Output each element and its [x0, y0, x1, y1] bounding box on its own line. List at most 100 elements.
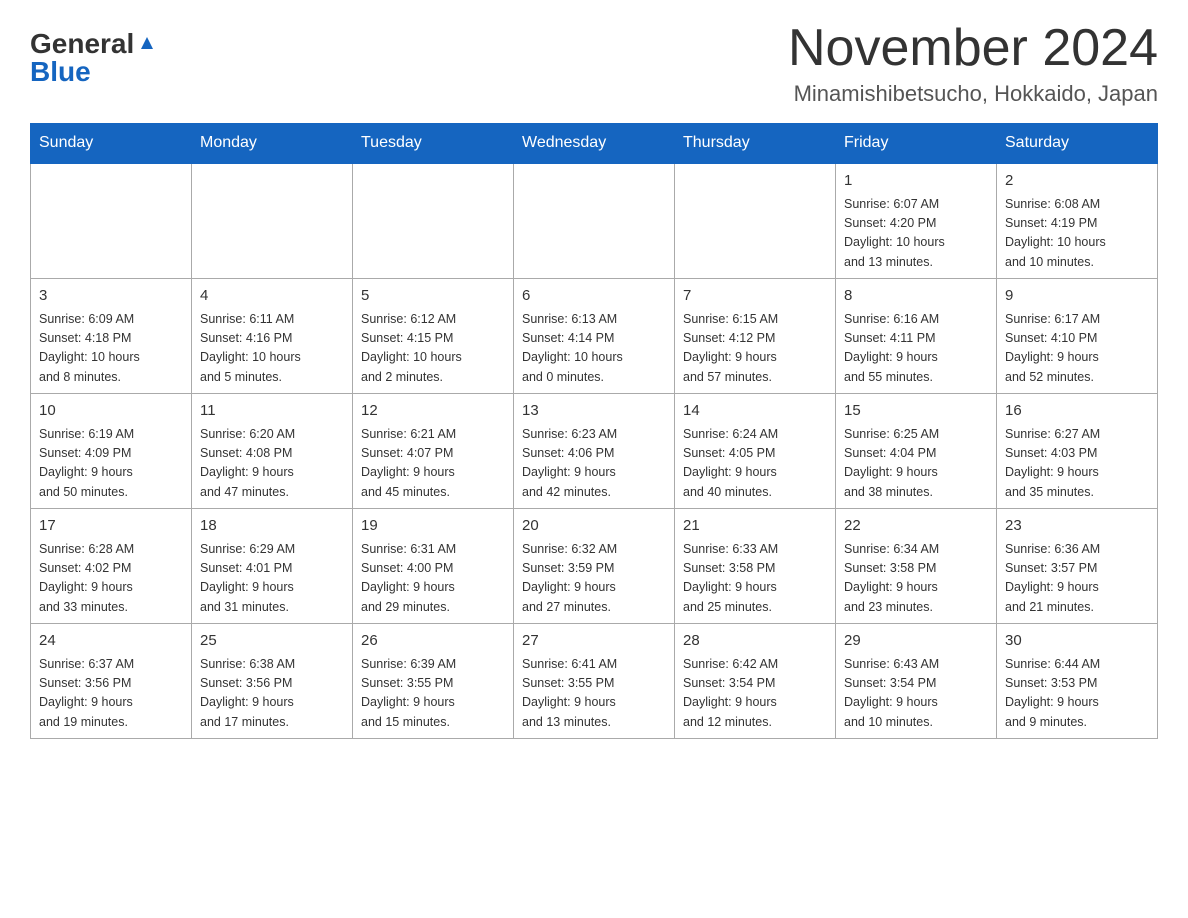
table-row: 30Sunrise: 6:44 AMSunset: 3:53 PMDayligh… — [997, 624, 1158, 739]
day-number: 26 — [361, 630, 505, 653]
table-row: 18Sunrise: 6:29 AMSunset: 4:01 PMDayligh… — [192, 509, 353, 624]
table-row: 9Sunrise: 6:17 AMSunset: 4:10 PMDaylight… — [997, 279, 1158, 394]
day-number: 14 — [683, 400, 827, 423]
day-number: 20 — [522, 515, 666, 538]
table-row: 3Sunrise: 6:09 AMSunset: 4:18 PMDaylight… — [31, 279, 192, 394]
day-info: Sunrise: 6:28 AMSunset: 4:02 PMDaylight:… — [39, 540, 183, 618]
day-number: 30 — [1005, 630, 1149, 653]
table-row — [31, 163, 192, 279]
table-row: 13Sunrise: 6:23 AMSunset: 4:06 PMDayligh… — [514, 394, 675, 509]
day-number: 12 — [361, 400, 505, 423]
day-number: 28 — [683, 630, 827, 653]
day-number: 9 — [1005, 285, 1149, 308]
logo: General Blue — [30, 30, 158, 86]
table-row: 2Sunrise: 6:08 AMSunset: 4:19 PMDaylight… — [997, 163, 1158, 279]
logo-triangle-icon — [136, 31, 158, 58]
day-number: 2 — [1005, 170, 1149, 193]
calendar-header: SundayMondayTuesdayWednesdayThursdayFrid… — [31, 124, 1158, 164]
table-row — [353, 163, 514, 279]
day-info: Sunrise: 6:21 AMSunset: 4:07 PMDaylight:… — [361, 425, 505, 503]
table-row: 26Sunrise: 6:39 AMSunset: 3:55 PMDayligh… — [353, 624, 514, 739]
table-row — [514, 163, 675, 279]
day-info: Sunrise: 6:20 AMSunset: 4:08 PMDaylight:… — [200, 425, 344, 503]
day-number: 11 — [200, 400, 344, 423]
weekday-thursday: Thursday — [675, 124, 836, 164]
day-info: Sunrise: 6:43 AMSunset: 3:54 PMDaylight:… — [844, 655, 988, 733]
table-row: 4Sunrise: 6:11 AMSunset: 4:16 PMDaylight… — [192, 279, 353, 394]
day-info: Sunrise: 6:16 AMSunset: 4:11 PMDaylight:… — [844, 310, 988, 388]
day-number: 29 — [844, 630, 988, 653]
logo-general: General — [30, 30, 134, 58]
day-number: 15 — [844, 400, 988, 423]
day-info: Sunrise: 6:31 AMSunset: 4:00 PMDaylight:… — [361, 540, 505, 618]
day-info: Sunrise: 6:39 AMSunset: 3:55 PMDaylight:… — [361, 655, 505, 733]
day-info: Sunrise: 6:29 AMSunset: 4:01 PMDaylight:… — [200, 540, 344, 618]
week-row-3: 17Sunrise: 6:28 AMSunset: 4:02 PMDayligh… — [31, 509, 1158, 624]
weekday-saturday: Saturday — [997, 124, 1158, 164]
day-info: Sunrise: 6:41 AMSunset: 3:55 PMDaylight:… — [522, 655, 666, 733]
day-info: Sunrise: 6:27 AMSunset: 4:03 PMDaylight:… — [1005, 425, 1149, 503]
table-row: 16Sunrise: 6:27 AMSunset: 4:03 PMDayligh… — [997, 394, 1158, 509]
month-title: November 2024 — [788, 20, 1158, 77]
day-info: Sunrise: 6:24 AMSunset: 4:05 PMDaylight:… — [683, 425, 827, 503]
weekday-friday: Friday — [836, 124, 997, 164]
day-number: 19 — [361, 515, 505, 538]
weekday-tuesday: Tuesday — [353, 124, 514, 164]
table-row: 17Sunrise: 6:28 AMSunset: 4:02 PMDayligh… — [31, 509, 192, 624]
table-row: 11Sunrise: 6:20 AMSunset: 4:08 PMDayligh… — [192, 394, 353, 509]
table-row: 14Sunrise: 6:24 AMSunset: 4:05 PMDayligh… — [675, 394, 836, 509]
day-number: 27 — [522, 630, 666, 653]
weekday-sunday: Sunday — [31, 124, 192, 164]
logo-blue: Blue — [30, 58, 91, 86]
day-number: 21 — [683, 515, 827, 538]
day-number: 4 — [200, 285, 344, 308]
day-number: 18 — [200, 515, 344, 538]
table-row: 20Sunrise: 6:32 AMSunset: 3:59 PMDayligh… — [514, 509, 675, 624]
day-number: 16 — [1005, 400, 1149, 423]
day-number: 13 — [522, 400, 666, 423]
day-info: Sunrise: 6:33 AMSunset: 3:58 PMDaylight:… — [683, 540, 827, 618]
location-title: Minamishibetsucho, Hokkaido, Japan — [788, 81, 1158, 107]
day-info: Sunrise: 6:36 AMSunset: 3:57 PMDaylight:… — [1005, 540, 1149, 618]
day-info: Sunrise: 6:09 AMSunset: 4:18 PMDaylight:… — [39, 310, 183, 388]
day-info: Sunrise: 6:17 AMSunset: 4:10 PMDaylight:… — [1005, 310, 1149, 388]
day-info: Sunrise: 6:23 AMSunset: 4:06 PMDaylight:… — [522, 425, 666, 503]
table-row: 21Sunrise: 6:33 AMSunset: 3:58 PMDayligh… — [675, 509, 836, 624]
day-number: 1 — [844, 170, 988, 193]
day-number: 22 — [844, 515, 988, 538]
table-row — [675, 163, 836, 279]
day-info: Sunrise: 6:34 AMSunset: 3:58 PMDaylight:… — [844, 540, 988, 618]
day-number: 17 — [39, 515, 183, 538]
table-row — [192, 163, 353, 279]
calendar-table: SundayMondayTuesdayWednesdayThursdayFrid… — [30, 123, 1158, 739]
day-info: Sunrise: 6:38 AMSunset: 3:56 PMDaylight:… — [200, 655, 344, 733]
weekday-wednesday: Wednesday — [514, 124, 675, 164]
weekday-monday: Monday — [192, 124, 353, 164]
calendar-body: 1Sunrise: 6:07 AMSunset: 4:20 PMDaylight… — [31, 163, 1158, 739]
weekday-header-row: SundayMondayTuesdayWednesdayThursdayFrid… — [31, 124, 1158, 164]
week-row-1: 3Sunrise: 6:09 AMSunset: 4:18 PMDaylight… — [31, 279, 1158, 394]
table-row: 29Sunrise: 6:43 AMSunset: 3:54 PMDayligh… — [836, 624, 997, 739]
table-row: 22Sunrise: 6:34 AMSunset: 3:58 PMDayligh… — [836, 509, 997, 624]
table-row: 27Sunrise: 6:41 AMSunset: 3:55 PMDayligh… — [514, 624, 675, 739]
table-row: 12Sunrise: 6:21 AMSunset: 4:07 PMDayligh… — [353, 394, 514, 509]
day-info: Sunrise: 6:12 AMSunset: 4:15 PMDaylight:… — [361, 310, 505, 388]
day-info: Sunrise: 6:11 AMSunset: 4:16 PMDaylight:… — [200, 310, 344, 388]
table-row: 19Sunrise: 6:31 AMSunset: 4:00 PMDayligh… — [353, 509, 514, 624]
table-row: 24Sunrise: 6:37 AMSunset: 3:56 PMDayligh… — [31, 624, 192, 739]
day-info: Sunrise: 6:19 AMSunset: 4:09 PMDaylight:… — [39, 425, 183, 503]
day-info: Sunrise: 6:07 AMSunset: 4:20 PMDaylight:… — [844, 195, 988, 273]
table-row: 5Sunrise: 6:12 AMSunset: 4:15 PMDaylight… — [353, 279, 514, 394]
page-header: General Blue November 2024 Minamishibets… — [30, 20, 1158, 107]
day-info: Sunrise: 6:15 AMSunset: 4:12 PMDaylight:… — [683, 310, 827, 388]
table-row: 23Sunrise: 6:36 AMSunset: 3:57 PMDayligh… — [997, 509, 1158, 624]
day-info: Sunrise: 6:32 AMSunset: 3:59 PMDaylight:… — [522, 540, 666, 618]
table-row: 15Sunrise: 6:25 AMSunset: 4:04 PMDayligh… — [836, 394, 997, 509]
table-row: 1Sunrise: 6:07 AMSunset: 4:20 PMDaylight… — [836, 163, 997, 279]
week-row-0: 1Sunrise: 6:07 AMSunset: 4:20 PMDaylight… — [31, 163, 1158, 279]
day-number: 23 — [1005, 515, 1149, 538]
day-info: Sunrise: 6:42 AMSunset: 3:54 PMDaylight:… — [683, 655, 827, 733]
day-info: Sunrise: 6:13 AMSunset: 4:14 PMDaylight:… — [522, 310, 666, 388]
day-info: Sunrise: 6:44 AMSunset: 3:53 PMDaylight:… — [1005, 655, 1149, 733]
day-number: 5 — [361, 285, 505, 308]
